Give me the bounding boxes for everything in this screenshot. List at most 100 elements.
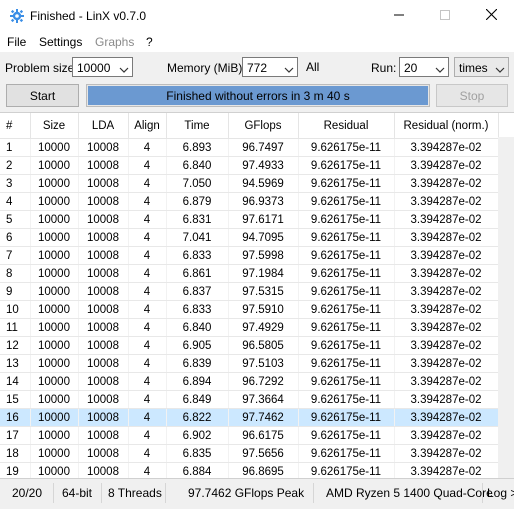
cell-residual: 9.626175e-11 (298, 138, 395, 157)
cell-residual: 9.626175e-11 (298, 390, 395, 409)
cell-align: 4 (128, 408, 167, 427)
cell-run-number: 10 (0, 300, 31, 319)
cell-size: 10000 (30, 228, 79, 247)
cell-run-number: 14 (0, 372, 31, 391)
column-header[interactable]: Align (128, 113, 167, 139)
column-header[interactable]: Time (166, 113, 229, 139)
cell-align: 4 (128, 354, 167, 373)
table-row[interactable]: 18 10000 10008 4 6.835 97.5656 9.626175e-11 3.3… (0, 444, 499, 463)
cell-residual-norm: 3.394287e-02 (394, 390, 499, 409)
cell-residual-norm: 3.394287e-02 (394, 408, 499, 427)
table-row[interactable]: 17 10000 10008 4 6.902 96.6175 9.626175e-11 3.3… (0, 426, 499, 445)
cell-size: 10000 (30, 282, 79, 301)
run-combo[interactable]: 20 (399, 57, 449, 77)
cell-run-number: 4 (0, 192, 31, 211)
cell-time: 6.831 (166, 210, 229, 229)
cell-time: 6.839 (166, 354, 229, 373)
cell-size: 10000 (30, 246, 79, 265)
menu-graphs[interactable]: Graphs (95, 35, 134, 49)
column-header[interactable]: Residual (298, 113, 395, 139)
column-header[interactable]: Residual (norm.) (394, 113, 499, 139)
status-separator (53, 483, 54, 503)
cell-lda: 10008 (78, 390, 129, 409)
table-row[interactable]: 10 10000 10008 4 6.833 97.5910 9.626175e-11 3.3… (0, 300, 499, 319)
cell-gflops: 97.7462 (228, 408, 299, 427)
table-row[interactable]: 1 10000 10008 4 6.893 96.7497 9.626175e-11 3.39… (0, 138, 499, 157)
table-row[interactable]: 14 10000 10008 4 6.894 96.7292 9.626175e-11 3.3… (0, 372, 499, 391)
cell-gflops: 97.5910 (228, 300, 299, 319)
status-threads: 8 Threads (108, 486, 162, 500)
cell-residual: 9.626175e-11 (298, 372, 395, 391)
menu-help[interactable]: ? (146, 35, 153, 49)
cell-gflops: 96.6175 (228, 426, 299, 445)
start-button[interactable]: Start (6, 84, 79, 107)
cell-residual: 9.626175e-11 (298, 192, 395, 211)
table-row[interactable]: 19 10000 10008 4 6.884 96.8695 9.626175e-11 3.3… (0, 462, 499, 479)
cell-lda: 10008 (78, 138, 129, 157)
vertical-scrollbar[interactable] (498, 137, 514, 478)
column-header[interactable]: GFlops (228, 113, 299, 139)
memory-combo[interactable]: 772 (242, 57, 298, 77)
table-row[interactable]: 6 10000 10008 4 7.041 94.7095 9.626175e-11 3.39… (0, 228, 499, 247)
menu-settings[interactable]: Settings (39, 35, 82, 49)
run-unit-combo[interactable]: times (454, 57, 509, 77)
memory-label: Memory (MiB): (167, 61, 246, 75)
cell-size: 10000 (30, 318, 79, 337)
cell-residual-norm: 3.394287e-02 (394, 282, 499, 301)
cell-residual: 9.626175e-11 (298, 282, 395, 301)
cell-run-number: 12 (0, 336, 31, 355)
cell-run-number: 8 (0, 264, 31, 283)
maximize-button[interactable] (422, 0, 468, 32)
all-link[interactable]: All (306, 60, 319, 74)
cell-time: 7.041 (166, 228, 229, 247)
problem-size-combo[interactable]: 10000 (72, 57, 133, 77)
cell-size: 10000 (30, 336, 79, 355)
stop-button[interactable]: Stop (436, 84, 508, 107)
table-row[interactable]: 15 10000 10008 4 6.849 97.3664 9.626175e-11 3.3… (0, 390, 499, 409)
log-button[interactable]: Log > (487, 486, 514, 500)
table-row[interactable]: 7 10000 10008 4 6.833 97.5998 9.626175e-11 3.39… (0, 246, 499, 265)
table-row[interactable]: 12 10000 10008 4 6.905 96.5805 9.626175e-11 3.3… (0, 336, 499, 355)
table-row[interactable]: 2 10000 10008 4 6.840 97.4933 9.626175e-11 3.39… (0, 156, 499, 175)
problem-size-value: 10000 (77, 61, 111, 75)
close-button[interactable] (468, 0, 514, 32)
cell-align: 4 (128, 192, 167, 211)
cell-lda: 10008 (78, 282, 129, 301)
cell-residual-norm: 3.394287e-02 (394, 300, 499, 319)
column-header[interactable]: # (0, 113, 31, 139)
table-row[interactable]: 8 10000 10008 4 6.861 97.1984 9.626175e-11 3.39… (0, 264, 499, 283)
cell-align: 4 (128, 300, 167, 319)
cell-residual: 9.626175e-11 (298, 156, 395, 175)
cell-time: 6.902 (166, 426, 229, 445)
table-row[interactable]: 13 10000 10008 4 6.839 97.5103 9.626175e-11 3.3… (0, 354, 499, 373)
title-bar: Finished - LinX v0.7.0 (0, 0, 514, 32)
cell-gflops: 97.4929 (228, 318, 299, 337)
table-row[interactable]: 9 10000 10008 4 6.837 97.5315 9.626175e-11 3.39… (0, 282, 499, 301)
cell-residual-norm: 3.394287e-02 (394, 336, 499, 355)
cell-gflops: 97.1984 (228, 264, 299, 283)
cell-residual: 9.626175e-11 (298, 336, 395, 355)
menu-file[interactable]: File (7, 35, 26, 49)
cell-size: 10000 (30, 192, 79, 211)
cell-align: 4 (128, 174, 167, 193)
cell-gflops: 94.5969 (228, 174, 299, 193)
cell-residual-norm: 3.394287e-02 (394, 372, 499, 391)
column-header[interactable]: Size (30, 113, 79, 139)
cell-size: 10000 (30, 264, 79, 283)
cell-time: 6.905 (166, 336, 229, 355)
table-row[interactable]: 5 10000 10008 4 6.831 97.6171 9.626175e-11 3.39… (0, 210, 499, 229)
table-row[interactable]: 11 10000 10008 4 6.840 97.4929 9.626175e-11 3.3… (0, 318, 499, 337)
cell-lda: 10008 (78, 174, 129, 193)
cell-lda: 10008 (78, 246, 129, 265)
cell-run-number: 13 (0, 354, 31, 373)
cell-residual-norm: 3.394287e-02 (394, 318, 499, 337)
cell-lda: 10008 (78, 372, 129, 391)
cell-lda: 10008 (78, 300, 129, 319)
column-header[interactable]: LDA (78, 113, 129, 139)
table-row[interactable]: 3 10000 10008 4 7.050 94.5969 9.626175e-11 3.39… (0, 174, 499, 193)
cell-align: 4 (128, 156, 167, 175)
results-table[interactable]: # Size LDA Align Time GFlops Residual Re… (0, 112, 514, 479)
minimize-button[interactable] (376, 0, 422, 32)
table-row[interactable]: 16 10000 10008 4 6.822 97.7462 9.626175e-11 3.3… (0, 408, 499, 427)
table-row[interactable]: 4 10000 10008 4 6.879 96.9373 9.626175e-11 3.39… (0, 192, 499, 211)
